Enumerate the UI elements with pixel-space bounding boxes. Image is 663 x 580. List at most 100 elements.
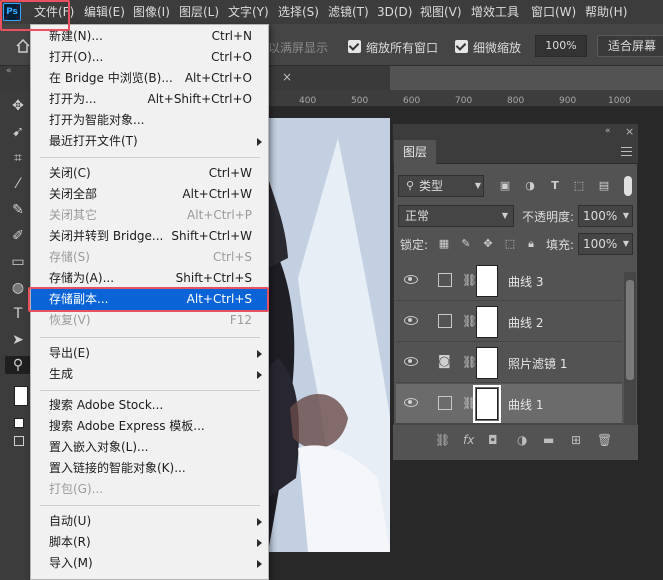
layers-scrollbar-thumb[interactable]: [626, 280, 634, 380]
menu-item-place-embedded[interactable]: 置入嵌入对象(L)...: [31, 437, 268, 458]
menu-item-package[interactable]: 打包(G)...: [31, 479, 268, 500]
layer-mask-thumbnail[interactable]: [473, 385, 501, 423]
zoom-all-checkbox[interactable]: [348, 40, 361, 53]
visibility-eye-icon[interactable]: [404, 398, 418, 407]
menu-item-close-others[interactable]: 关闭其它 Alt+Ctrl+P: [31, 205, 268, 226]
curves-adjustment-icon: [438, 273, 452, 287]
fit-screen-label[interactable]: 以满屏显示: [268, 39, 328, 56]
eyedropper-tool-icon[interactable]: ⁄: [9, 175, 27, 193]
menu-item-generate[interactable]: 生成: [31, 364, 268, 385]
menu-item-browse-bridge[interactable]: 在 Bridge 中浏览(B)... Alt+Ctrl+O: [31, 68, 268, 89]
fx-icon[interactable]: fx: [463, 433, 474, 447]
crop-tool-icon[interactable]: ⌗: [9, 149, 27, 167]
visibility-eye-icon[interactable]: [404, 316, 418, 325]
lock-position-icon[interactable]: ✥: [481, 237, 495, 251]
type-tool-icon[interactable]: T: [9, 305, 27, 323]
menu-item-close[interactable]: 关闭(C) Ctrl+W: [31, 163, 268, 184]
add-mask-icon[interactable]: ◘: [488, 433, 498, 447]
brush-tool-icon[interactable]: ✎: [9, 201, 27, 219]
menu-edit[interactable]: 编辑(E): [84, 0, 125, 24]
menu-window[interactable]: 窗口(W): [531, 0, 576, 24]
collapse-panel-icon[interactable]: «: [605, 126, 611, 136]
fit-screen-button[interactable]: 适合屏幕: [597, 35, 663, 57]
lock-all-icon[interactable]: 🔒︎: [524, 237, 538, 251]
scrubby-zoom-checkbox[interactable]: [455, 40, 468, 53]
close-panel-icon[interactable]: ×: [625, 125, 634, 138]
layer-name: 曲线 3: [508, 275, 544, 289]
menu-item-open[interactable]: 打开(O)... Ctrl+O: [31, 47, 268, 68]
adjustment-filter-icon[interactable]: ◑: [523, 179, 537, 193]
layer-row[interactable]: ◙ ⛓ 照片滤镜 1: [396, 343, 622, 383]
dodge-tool-icon[interactable]: ◍: [9, 279, 27, 297]
menu-item-open-as[interactable]: 打开为... Alt+Shift+Ctrl+O: [31, 89, 268, 110]
lock-artboard-icon[interactable]: ⬚: [503, 237, 517, 251]
menu-item-save[interactable]: 存储(S) Ctrl+S: [31, 247, 268, 268]
zoom-value-field[interactable]: 100%: [535, 35, 587, 57]
new-layer-icon[interactable]: ⊞: [571, 433, 581, 447]
layer-row-selected[interactable]: ⛓ 曲线 1: [396, 384, 622, 424]
lock-transparent-icon[interactable]: ▦: [437, 237, 451, 251]
link-chain-icon[interactable]: ⛓: [462, 314, 477, 328]
trash-icon[interactable]: 🗑︎: [597, 433, 612, 447]
menu-item-place-linked[interactable]: 置入链接的智能对象(K)...: [31, 458, 268, 479]
menu-select[interactable]: 选择(S): [278, 0, 319, 24]
visibility-eye-icon[interactable]: [404, 275, 418, 284]
shape-filter-icon[interactable]: ⬚: [572, 179, 586, 193]
screen-mode-icon[interactable]: [14, 436, 24, 446]
lock-image-icon[interactable]: ✎: [459, 237, 473, 251]
history-brush-icon[interactable]: ✐: [9, 227, 27, 245]
menu-item-revert[interactable]: 恢复(V) F12: [31, 310, 268, 331]
menu-item-automate[interactable]: 自动(U): [31, 511, 268, 532]
document-photo[interactable]: [268, 118, 390, 552]
menu-item-search-express[interactable]: 搜索 Adobe Express 模板...: [31, 416, 268, 437]
menu-layer[interactable]: 图层(L): [179, 0, 219, 24]
type-filter-icon[interactable]: T: [548, 179, 562, 193]
menu-item-import[interactable]: 导入(M): [31, 553, 268, 574]
tab-close-icon[interactable]: ×: [282, 70, 292, 84]
move-tool-icon[interactable]: ✥: [9, 97, 27, 115]
photo-filter-camera-icon: ◙: [438, 354, 451, 369]
menu-item-close-go-bridge[interactable]: 关闭并转到 Bridge... Shift+Ctrl+W: [31, 226, 268, 247]
layer-mask-thumbnail[interactable]: [476, 306, 498, 338]
link-chain-icon[interactable]: ⛓: [462, 355, 477, 369]
menu-3d[interactable]: 3D(D): [377, 0, 412, 24]
menu-item-search-stock[interactable]: 搜索 Adobe Stock...: [31, 395, 268, 416]
menu-item-open-smart-object[interactable]: 打开为智能对象...: [31, 110, 268, 131]
menu-item-save-as[interactable]: 存储为(A)... Shift+Ctrl+S: [31, 268, 268, 289]
menu-view[interactable]: 视图(V): [420, 0, 462, 24]
panel-menu-icon[interactable]: [621, 147, 632, 156]
filter-toggle[interactable]: [624, 176, 632, 196]
visibility-eye-icon[interactable]: [404, 357, 418, 366]
zoom-tool-icon[interactable]: ⚲: [5, 356, 31, 374]
menu-filter[interactable]: 滤镜(T): [328, 0, 369, 24]
layer-row[interactable]: ⛓ 曲线 2: [396, 302, 622, 342]
blend-mode-select[interactable]: 正常: [398, 205, 514, 227]
new-group-icon[interactable]: ▬: [543, 433, 554, 447]
menu-image[interactable]: 图像(I): [133, 0, 170, 24]
menu-plugins[interactable]: 增效工具: [471, 0, 519, 24]
menu-item-close-all[interactable]: 关闭全部 Alt+Ctrl+W: [31, 184, 268, 205]
link-chain-icon[interactable]: ⛓: [462, 396, 477, 410]
pixel-filter-icon[interactable]: ▣: [498, 179, 512, 193]
link-chain-icon[interactable]: ⛓: [462, 273, 477, 287]
link-layers-icon[interactable]: ⛓: [435, 433, 450, 447]
home-icon[interactable]: [15, 38, 31, 54]
menu-item-scripts[interactable]: 脚本(R): [31, 532, 268, 553]
zoom-all-label: 缩放所有窗口: [366, 41, 439, 55]
smart-filter-icon[interactable]: ▤: [597, 179, 611, 193]
collapse-toolbar-icon[interactable]: «: [6, 66, 12, 76]
quick-mask-icon[interactable]: [14, 418, 24, 428]
gradient-tool-icon[interactable]: ▭: [9, 253, 27, 271]
adjustment-layer-icon[interactable]: ◑: [517, 433, 527, 447]
foreground-color-swatch[interactable]: [14, 386, 28, 406]
lasso-tool-icon[interactable]: ➹: [9, 123, 27, 141]
layer-row[interactable]: ⛓ 曲线 3: [396, 261, 622, 301]
menu-item-export[interactable]: 导出(E): [31, 343, 268, 364]
tab-layers[interactable]: 图层: [394, 140, 436, 164]
layer-mask-thumbnail[interactable]: [476, 265, 498, 297]
menu-type[interactable]: 文字(Y): [228, 0, 269, 24]
path-select-icon[interactable]: ➤: [9, 331, 27, 349]
menu-help[interactable]: 帮助(H): [585, 0, 627, 24]
menu-item-recent-files[interactable]: 最近打开文件(T): [31, 131, 268, 152]
layer-mask-thumbnail[interactable]: [476, 347, 498, 379]
